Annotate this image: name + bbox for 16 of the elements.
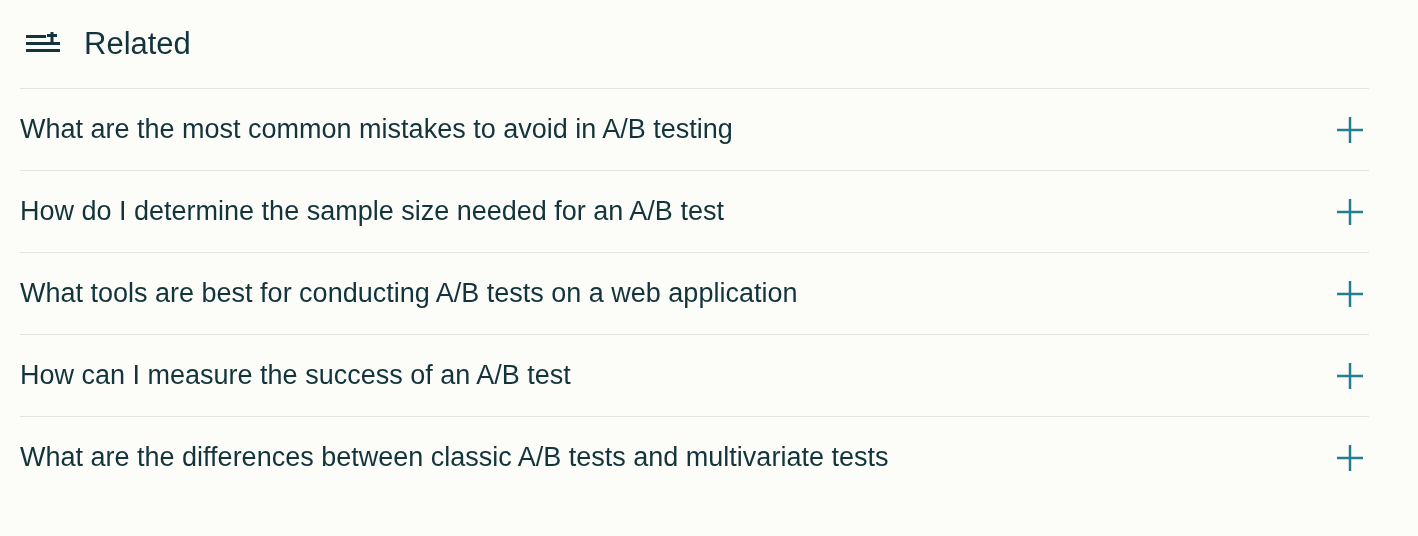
section-title: Related	[84, 24, 191, 63]
related-question-link[interactable]: What tools are best for conducting A/B tests on a web application	[20, 273, 798, 314]
add-button[interactable]	[1337, 280, 1363, 307]
add-button[interactable]	[1337, 198, 1363, 225]
plus-icon	[1337, 362, 1363, 389]
plus-icon	[1337, 116, 1363, 143]
related-question-link[interactable]: How can I measure the success of an A/B test	[20, 355, 571, 396]
related-question-link[interactable]: What are the differences between classic A/B tests and multivariate tests	[20, 437, 889, 478]
plus-icon	[1337, 198, 1363, 225]
plus-icon	[1337, 444, 1363, 471]
add-button[interactable]	[1337, 116, 1363, 143]
related-question-link[interactable]: How do I determine the sample size needed for an A/B test	[20, 191, 724, 232]
plus-icon	[1337, 280, 1363, 307]
related-question-link[interactable]: What are the most common mistakes to avoid in A/B testing	[20, 109, 733, 150]
add-button[interactable]	[1337, 362, 1363, 389]
add-button[interactable]	[1337, 444, 1363, 471]
